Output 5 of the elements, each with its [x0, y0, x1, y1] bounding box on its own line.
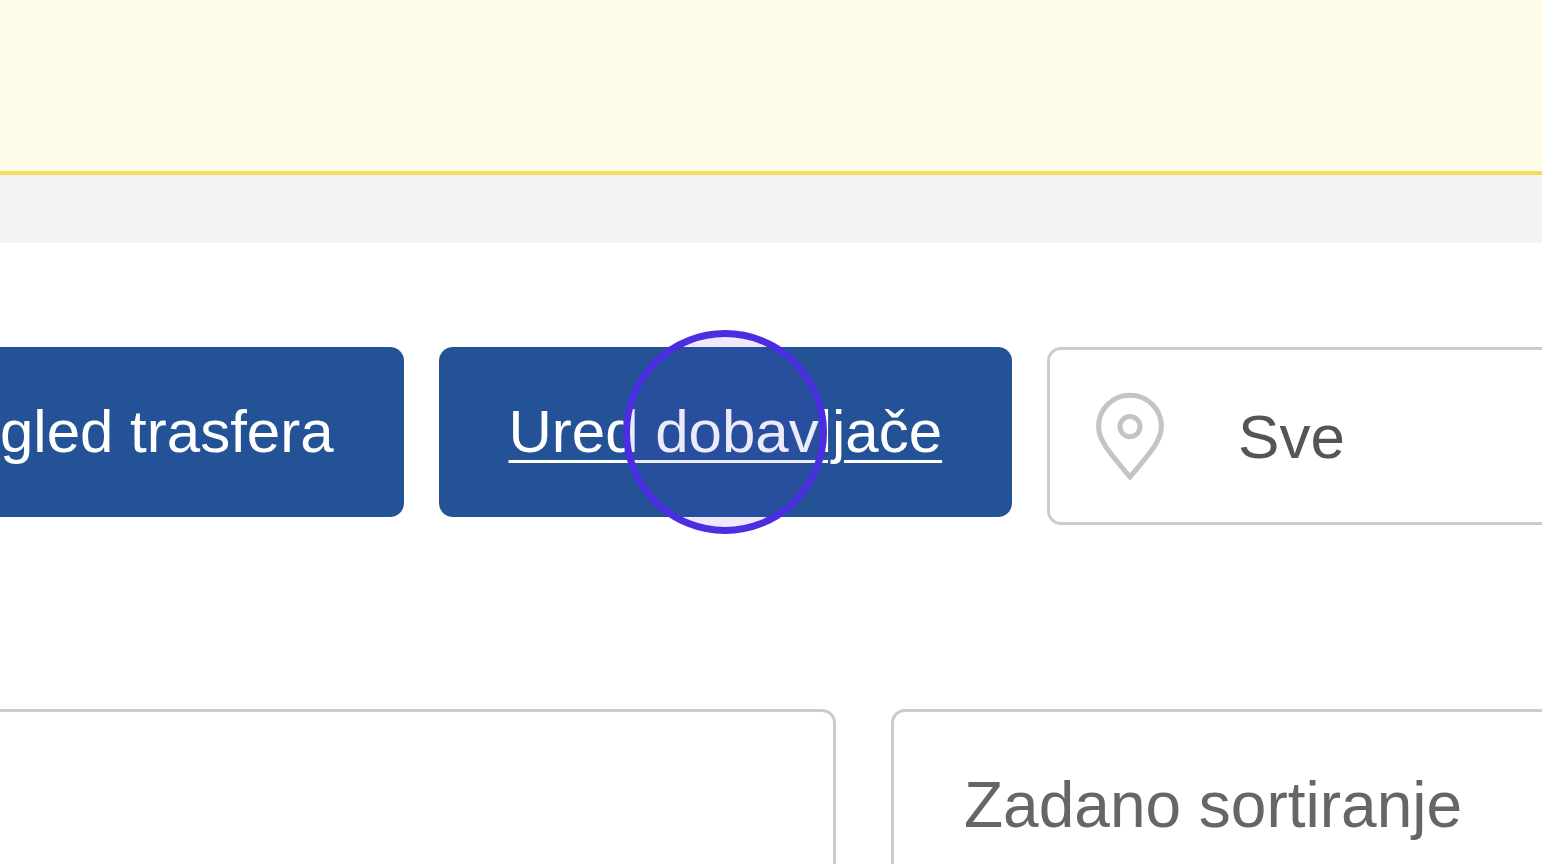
location-filter[interactable]: Sve [1047, 347, 1542, 525]
location-value: Sve [1238, 400, 1345, 473]
toolbar-button[interactable]: gled trasfera [0, 347, 404, 517]
search-field[interactable] [0, 709, 836, 864]
sort-select[interactable]: Zadano sortiranje [891, 709, 1542, 864]
